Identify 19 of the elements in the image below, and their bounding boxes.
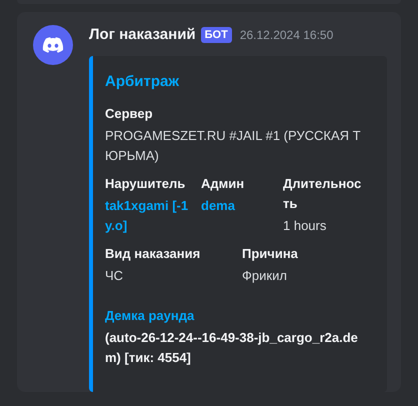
field-name: Сервер [105, 105, 154, 123]
field-name: Вид наказания [105, 245, 202, 263]
timestamp: 26.12.2024 16:50 [240, 27, 334, 44]
author-name[interactable]: Лог наказаний [89, 24, 196, 46]
field-name: Админ [201, 175, 246, 193]
field-name: Причина [242, 245, 299, 263]
field-value: (auto-26-12-24--16-49-38-jb_cargo_r2a.dem) [тик: 4554] [105, 329, 359, 367]
field-value: Фрикил [242, 267, 288, 285]
field-name: Демка раунда [105, 307, 196, 325]
field-name: Длительность [283, 175, 362, 213]
field-name: Нарушитель [105, 175, 186, 193]
field-value[interactable]: dema [201, 196, 283, 216]
field-value: 1 hours [283, 217, 328, 235]
field-value: ЧС [105, 267, 124, 285]
field-value[interactable]: tak1xgami [-1 y.o] [105, 196, 201, 236]
field-value: PROGAMESZET.RU #JAIL #1 (РУССКАЯ ТЮРЬМА) [105, 127, 362, 165]
embed-title[interactable]: Арбитраж [105, 72, 373, 92]
bot-badge: БОТ [200, 27, 232, 43]
bot-avatar-icon[interactable] [33, 25, 73, 65]
